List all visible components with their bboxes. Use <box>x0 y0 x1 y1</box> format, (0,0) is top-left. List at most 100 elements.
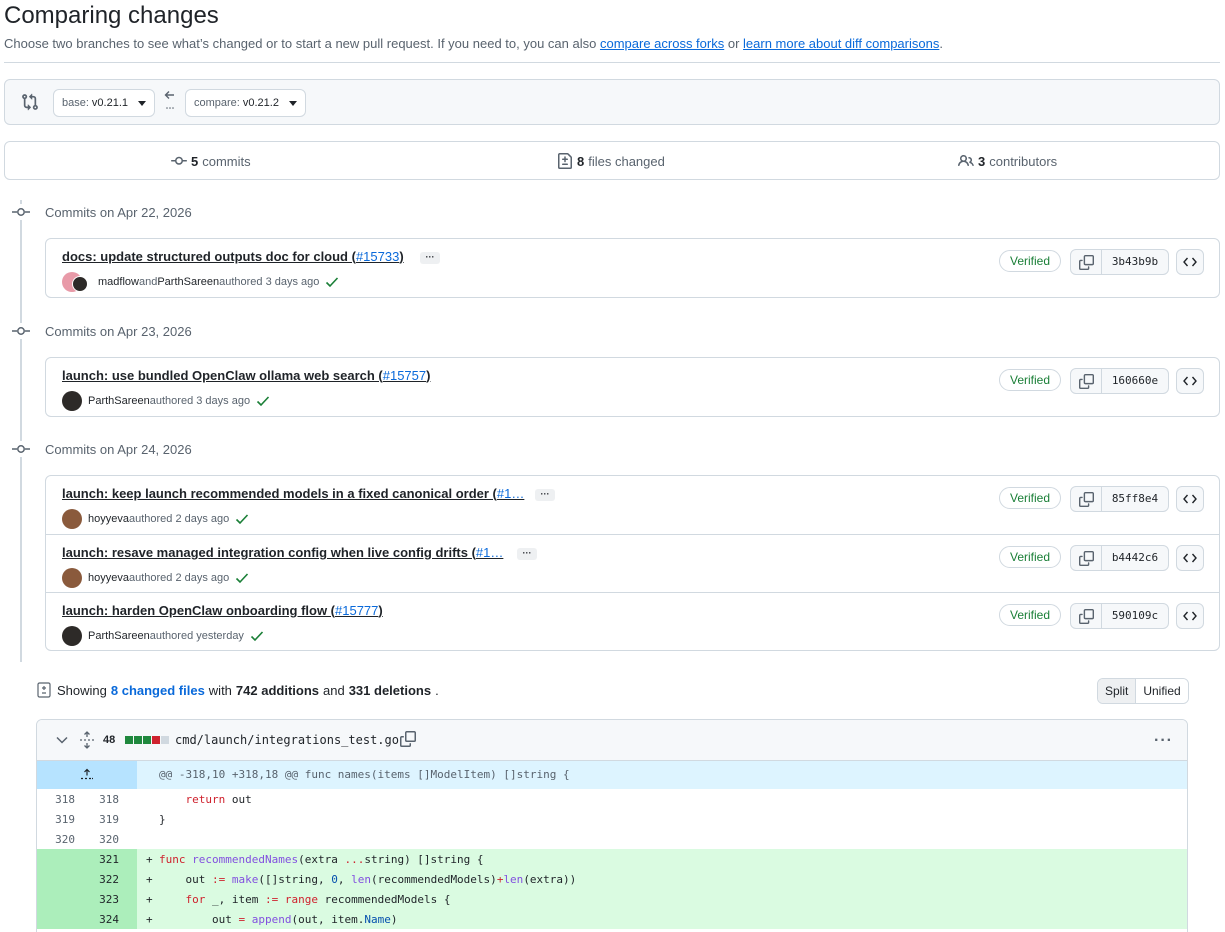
verified-badge[interactable]: Verified <box>999 250 1062 272</box>
commit-sha-link[interactable]: b4442c6 <box>1102 546 1168 570</box>
avatar[interactable] <box>62 509 82 529</box>
new-line-number[interactable]: 323 <box>81 893 119 906</box>
commit-title-text: launch: harden OpenClaw onboarding flow … <box>62 603 335 618</box>
pr-link[interactable]: #15733 <box>356 249 399 264</box>
old-line-number[interactable]: 318 <box>37 793 75 806</box>
commit-list: launch: keep launch recommended models i… <box>45 475 1220 651</box>
commit-row: docs: update structured outputs doc for … <box>46 239 1219 297</box>
diffstat-deleted <box>152 736 160 744</box>
check-icon[interactable] <box>250 630 264 642</box>
commit-sha-link[interactable]: 590109c <box>1102 604 1168 628</box>
pr-link[interactable]: #15777 <box>335 603 378 618</box>
compare-branch-select[interactable]: compare: v0.21.2 <box>185 89 306 117</box>
commit-byline: ParthSareen authored 3 days ago <box>62 391 270 411</box>
diffstat-added <box>125 736 133 744</box>
summary-and: and <box>323 682 345 698</box>
copy-icon[interactable] <box>400 731 416 747</box>
check-icon[interactable] <box>235 572 249 584</box>
avatar[interactable] <box>62 626 82 646</box>
expand-up-button[interactable] <box>37 761 137 789</box>
commit-sha-link[interactable]: 3b43b9b <box>1102 250 1168 274</box>
new-line-number[interactable]: 318 <box>81 793 119 806</box>
check-icon[interactable] <box>256 395 270 407</box>
copy-sha-button[interactable] <box>1071 369 1102 393</box>
author-link[interactable]: hoyyeva <box>88 572 129 584</box>
browse-repo-button[interactable] <box>1176 545 1204 571</box>
new-line-number[interactable]: 324 <box>81 913 119 926</box>
commit-list: launch: use bundled OpenClaw ollama web … <box>45 357 1220 417</box>
copy-icon <box>1078 254 1094 270</box>
kebab-horizontal-icon[interactable]: ··· <box>1154 732 1173 750</box>
author-link[interactable]: ParthSareen <box>88 395 150 407</box>
avatar[interactable] <box>62 568 82 588</box>
expand-commit-message-button[interactable]: ··· <box>517 548 537 560</box>
diff-sign: + <box>146 873 153 886</box>
page-title: Comparing changes <box>4 2 219 29</box>
old-line-number[interactable]: 320 <box>37 833 75 846</box>
compare-across-forks-link[interactable]: compare across forks <box>600 36 724 51</box>
contributors-count: 3 <box>978 153 986 169</box>
verified-badge[interactable]: Verified <box>999 487 1062 509</box>
avatar[interactable] <box>62 391 82 411</box>
commit-title-link[interactable]: launch: use bundled OpenClaw ollama web … <box>62 368 430 383</box>
new-line-number[interactable]: 322 <box>81 873 119 886</box>
diff-line-addition: 321 + func recommendedNames(extra ...str… <box>37 849 1187 869</box>
copy-sha-button[interactable] <box>1071 250 1102 274</box>
check-icon[interactable] <box>235 513 249 525</box>
file-name-link[interactable]: cmd/launch/integrations_test.go <box>175 733 399 747</box>
pr-link[interactable]: #1… <box>476 545 503 560</box>
code-icon <box>1183 257 1197 267</box>
commit-title-link[interactable]: launch: resave managed integration confi… <box>62 545 503 560</box>
expand-commit-message-button[interactable]: ··· <box>535 489 555 501</box>
verified-badge[interactable]: Verified <box>999 546 1062 568</box>
unfold-icon[interactable] <box>79 731 95 749</box>
author-link[interactable]: ParthSareen <box>88 630 150 642</box>
browse-repo-button[interactable] <box>1176 603 1204 629</box>
browse-repo-button[interactable] <box>1176 249 1204 275</box>
unified-view-button[interactable]: Unified <box>1135 679 1188 703</box>
commit-title-link[interactable]: launch: harden OpenClaw onboarding flow … <box>62 603 383 618</box>
new-line-number[interactable]: 319 <box>81 813 119 826</box>
split-view-button[interactable]: Split <box>1098 679 1136 703</box>
chevron-down-icon[interactable] <box>55 734 69 746</box>
author-link[interactable]: hoyyeva <box>88 513 129 525</box>
commit-sha-link[interactable]: 85ff8e4 <box>1102 487 1168 511</box>
old-line-number[interactable]: 319 <box>37 813 75 826</box>
verified-badge[interactable]: Verified <box>999 604 1062 626</box>
copy-sha-button[interactable] <box>1071 604 1102 628</box>
file-diff: 48 cmd/launch/integrations_test.go ··· @… <box>36 719 1188 932</box>
header-divider <box>4 62 1220 63</box>
new-line-number[interactable]: 320 <box>81 833 119 846</box>
commit-title-link[interactable]: launch: keep launch recommended models i… <box>62 486 524 501</box>
files-changed-tab[interactable]: 8 files changed <box>557 153 665 169</box>
diff-line-context: 320 320 <box>37 829 1187 849</box>
changed-files-link[interactable]: 8 changed files <box>111 683 205 698</box>
pr-link[interactable]: #15757 <box>383 368 426 383</box>
new-line-number[interactable]: 321 <box>81 853 119 866</box>
diff-line-addition: 324 + out = append(out, item.Name) <box>37 909 1187 929</box>
copy-icon <box>1078 373 1094 389</box>
diff-view-toggle: Split Unified <box>1097 678 1189 704</box>
compare-stats: 5 commits 8 files changed 3 contributors <box>4 141 1220 180</box>
commit-sha-link[interactable]: 160660e <box>1102 369 1168 393</box>
pr-link[interactable]: #1… <box>497 486 524 501</box>
commits-tab[interactable]: 5 commits <box>171 153 251 169</box>
avatar[interactable] <box>72 276 88 292</box>
expand-commit-message-button[interactable]: ··· <box>420 252 440 264</box>
file-diff-icon <box>558 153 572 169</box>
copy-sha-button[interactable] <box>1071 487 1102 511</box>
coauthor-link[interactable]: ParthSareen <box>157 276 219 288</box>
commit-title-link[interactable]: docs: update structured outputs doc for … <box>62 249 404 264</box>
verified-badge[interactable]: Verified <box>999 369 1062 391</box>
author-link[interactable]: madflow <box>98 276 139 288</box>
copy-sha-button[interactable] <box>1071 546 1102 570</box>
diff-line-code: } <box>159 813 166 826</box>
commit-title-text: launch: resave managed integration confi… <box>62 545 476 560</box>
check-icon[interactable] <box>325 276 339 288</box>
learn-more-diff-link[interactable]: learn more about diff comparisons <box>743 36 939 51</box>
commit-row: launch: resave managed integration confi… <box>46 534 1219 592</box>
contributors-tab[interactable]: 3 contributors <box>958 153 1057 169</box>
browse-repo-button[interactable] <box>1176 368 1204 394</box>
browse-repo-button[interactable] <box>1176 486 1204 512</box>
base-branch-select[interactable]: base: v0.21.1 <box>53 89 156 117</box>
